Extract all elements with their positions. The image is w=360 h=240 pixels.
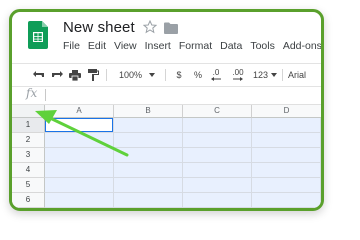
menu-view[interactable]: View <box>114 40 137 56</box>
menu-file[interactable]: File <box>63 40 80 56</box>
cell-c4[interactable] <box>183 163 252 178</box>
row-header-3[interactable]: 3 <box>12 148 45 163</box>
zoom-select[interactable]: 100% <box>112 67 162 83</box>
cell-b4[interactable] <box>114 163 183 178</box>
cell-c6[interactable] <box>183 193 252 208</box>
redo-icon[interactable] <box>50 67 64 83</box>
cell-d3[interactable] <box>252 148 321 163</box>
cell-c5[interactable] <box>183 178 252 193</box>
percent-label: % <box>193 70 202 80</box>
active-cell-a1[interactable] <box>45 118 113 132</box>
cell-d4[interactable] <box>252 163 321 178</box>
more-formats-select[interactable]: 123 <box>251 67 279 83</box>
menu-data[interactable]: Data <box>220 40 242 56</box>
cell-c3[interactable] <box>183 148 252 163</box>
row-header-2[interactable]: 2 <box>12 133 45 148</box>
toolbar-divider <box>106 69 107 81</box>
menu-add-ons[interactable]: Add-ons <box>283 40 321 56</box>
chevron-down-icon <box>271 73 278 77</box>
percent-format-button[interactable]: % <box>192 67 204 83</box>
cell-b5[interactable] <box>114 178 183 193</box>
column-header-a[interactable]: A <box>45 105 114 118</box>
font-label: Arial <box>288 70 307 80</box>
column-header-d[interactable]: D <box>252 105 321 118</box>
toolbar-divider <box>282 69 283 81</box>
row-header-6[interactable]: 6 <box>12 193 45 208</box>
currency-label: $ <box>176 70 182 80</box>
cell-d6[interactable] <box>252 193 321 208</box>
formula-divider <box>45 89 46 101</box>
menu-bar: File Edit View Insert Format Data Tools … <box>63 40 321 56</box>
menu-format[interactable]: Format <box>179 40 212 56</box>
cell-a4[interactable] <box>45 163 114 178</box>
cell-a6[interactable] <box>45 193 114 208</box>
column-header-b[interactable]: B <box>114 105 183 118</box>
undo-icon[interactable] <box>32 67 46 83</box>
select-all-corner[interactable] <box>12 105 45 119</box>
folder-icon[interactable] <box>164 22 178 34</box>
decrease-decimal-label: .0 <box>212 68 220 77</box>
menu-edit[interactable]: Edit <box>88 40 106 56</box>
zoom-value: 100% <box>118 70 143 80</box>
cell-d5[interactable] <box>252 178 321 193</box>
column-header-c[interactable]: C <box>183 105 252 118</box>
row-header-1[interactable]: 1 <box>12 118 45 133</box>
cell-b1[interactable] <box>114 118 183 133</box>
increase-decimal-label: .00 <box>232 68 244 77</box>
toolbar-divider <box>165 69 166 81</box>
cell-c2[interactable] <box>183 133 252 148</box>
star-icon[interactable] <box>143 20 157 34</box>
menu-tools[interactable]: Tools <box>250 40 275 56</box>
cell-d2[interactable] <box>252 133 321 148</box>
arrow-left-icon <box>211 77 221 81</box>
row-header-4[interactable]: 4 <box>12 163 45 178</box>
paint-format-icon[interactable] <box>86 67 100 83</box>
menu-insert[interactable]: Insert <box>145 40 171 56</box>
app-window: New sheet File Edit View Insert Format D… <box>9 9 324 211</box>
cell-b6[interactable] <box>114 193 183 208</box>
cell-a2[interactable] <box>45 133 114 148</box>
header: New sheet File Edit View Insert Format D… <box>12 12 321 60</box>
more-formats-label: 123 <box>252 70 269 80</box>
decrease-decimal-button[interactable]: .0 <box>208 67 224 83</box>
cell-d1[interactable] <box>252 118 321 133</box>
document-title[interactable]: New sheet <box>63 19 135 36</box>
font-select[interactable]: Arial <box>288 67 312 83</box>
fx-label: fx <box>26 86 38 100</box>
chevron-down-icon <box>149 73 156 77</box>
cell-a3[interactable] <box>45 148 114 163</box>
cell-b3[interactable] <box>114 148 183 163</box>
row-header-5[interactable]: 5 <box>12 178 45 193</box>
print-icon[interactable] <box>68 67 82 83</box>
sheets-logo-icon[interactable] <box>28 21 48 49</box>
cell-a5[interactable] <box>45 178 114 193</box>
arrow-right-icon <box>233 77 243 81</box>
cell-c1[interactable] <box>183 118 252 133</box>
cell-b2[interactable] <box>114 133 183 148</box>
toolbar: 100% $ % .0 .00 123 Arial <box>12 63 321 87</box>
currency-format-button[interactable]: $ <box>173 67 185 83</box>
formula-bar: fx <box>12 86 321 105</box>
spreadsheet-grid: A B C D 1 2 3 4 5 6 <box>12 105 321 208</box>
increase-decimal-button[interactable]: .00 <box>228 67 248 83</box>
